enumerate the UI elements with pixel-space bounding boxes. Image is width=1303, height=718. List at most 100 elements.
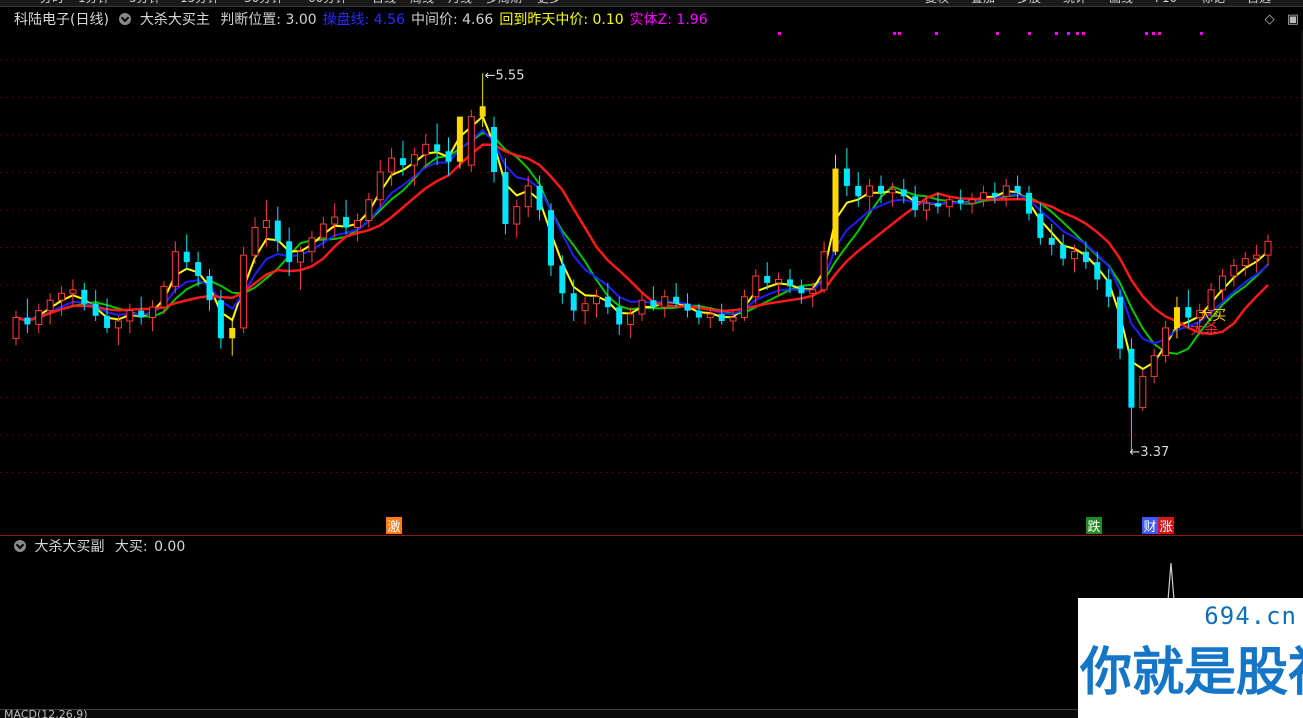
candle-body[interactable] [343, 217, 350, 228]
candle-body[interactable] [104, 315, 111, 328]
candle-body[interactable] [1014, 185, 1021, 193]
candle-body[interactable] [695, 310, 702, 318]
candle-body[interactable] [752, 275, 760, 298]
candle-body[interactable] [900, 189, 907, 197]
candle-body[interactable] [661, 296, 669, 308]
candle-body[interactable] [957, 199, 964, 204]
candle-body[interactable] [524, 185, 532, 208]
candle-body[interactable] [1230, 265, 1238, 277]
candle-body[interactable] [1071, 251, 1079, 260]
candle-body[interactable] [12, 317, 20, 339]
candle-body[interactable] [456, 116, 463, 162]
candle-body[interactable] [536, 185, 543, 211]
candle-body[interactable] [740, 296, 748, 319]
candle-body[interactable] [58, 292, 66, 301]
candle-body[interactable] [445, 151, 452, 162]
candle-body[interactable] [547, 210, 554, 266]
candle-body[interactable] [513, 206, 521, 225]
candle-body[interactable] [775, 278, 783, 284]
candle-body[interactable] [81, 289, 88, 304]
candle-body[interactable] [627, 313, 635, 325]
candle-body[interactable] [297, 251, 305, 263]
candle-body[interactable] [832, 168, 839, 252]
candle-body[interactable] [1048, 237, 1055, 245]
candle-body[interactable] [1002, 185, 1010, 197]
candle-body[interactable] [729, 317, 737, 322]
candle-body[interactable] [195, 262, 202, 276]
candle-body[interactable] [92, 303, 99, 316]
candle-body[interactable] [217, 300, 224, 339]
candle-body[interactable] [979, 192, 987, 201]
candle-body[interactable] [308, 237, 316, 253]
candle-body[interactable] [706, 313, 714, 319]
candle-body[interactable] [673, 296, 680, 304]
candle-body[interactable] [262, 220, 270, 228]
candle-body[interactable] [559, 265, 566, 294]
candle-body[interactable] [945, 199, 953, 208]
candle-body[interactable] [786, 279, 793, 287]
candle-body[interactable] [422, 143, 430, 156]
candle-body[interactable] [1253, 254, 1261, 260]
candle-body[interactable] [809, 289, 817, 294]
diamond-icon[interactable]: ◇ [1265, 12, 1275, 27]
candle-body[interactable] [1150, 355, 1158, 377]
candle-body[interactable] [1082, 251, 1089, 263]
candle-body[interactable] [581, 303, 589, 312]
candle-body[interactable] [991, 192, 998, 197]
candle-body[interactable] [1218, 275, 1226, 291]
candle-body[interactable] [274, 220, 281, 242]
candle-body[interactable] [1173, 307, 1180, 328]
candle-body[interactable] [229, 327, 236, 339]
candle-body[interactable] [479, 106, 486, 117]
candle-body[interactable] [968, 199, 976, 204]
candle-body[interactable] [410, 154, 418, 166]
restore-window-icon[interactable]: ▣ [1287, 12, 1299, 27]
candle-body[interactable] [1117, 296, 1124, 349]
candle-body[interactable] [866, 185, 874, 197]
candle-body[interactable] [35, 310, 43, 325]
candle-body[interactable] [160, 285, 168, 308]
candle-body[interactable] [434, 144, 441, 152]
candle-body[interactable] [1162, 327, 1170, 357]
candle-body[interactable] [126, 310, 134, 322]
candle-body[interactable] [923, 202, 931, 211]
pane-separator[interactable] [0, 535, 1303, 536]
candle-body[interactable] [399, 158, 406, 166]
candle-body[interactable] [1094, 262, 1101, 280]
candle-body[interactable] [388, 157, 396, 173]
candle-body[interactable] [604, 296, 611, 308]
candle-body[interactable] [149, 306, 157, 319]
candle-body[interactable] [1105, 279, 1112, 297]
candle-body[interactable] [491, 127, 498, 173]
candle-body[interactable] [183, 251, 190, 263]
candle-body[interactable] [24, 317, 31, 325]
chevron-down-icon[interactable] [119, 13, 132, 25]
candle-body[interactable] [1025, 192, 1032, 214]
candle-body[interactable] [934, 203, 941, 207]
candle-body[interactable] [650, 300, 657, 308]
candle-body[interactable] [502, 172, 509, 224]
candle-body[interactable] [616, 307, 623, 325]
candle-body[interactable] [467, 116, 475, 166]
candle-body[interactable] [365, 199, 373, 222]
candle-body[interactable] [764, 275, 771, 283]
candle-body[interactable] [1037, 213, 1044, 238]
candle-body[interactable] [69, 289, 77, 294]
chevron-down-icon[interactable] [14, 540, 26, 552]
candle-body[interactable] [843, 168, 850, 186]
candle-body[interactable] [718, 314, 725, 321]
candle-body[interactable] [1264, 240, 1272, 256]
candle-body[interactable] [286, 241, 293, 263]
candle-body[interactable] [251, 226, 259, 256]
candle-body[interactable] [1139, 375, 1147, 409]
candle-body[interactable] [638, 299, 646, 315]
candle-body[interactable] [592, 296, 600, 305]
candle-body[interactable] [1185, 307, 1192, 318]
candle-body[interactable] [888, 188, 896, 194]
candle-body[interactable] [820, 251, 828, 291]
candle-body[interactable] [240, 254, 248, 329]
candle-body[interactable] [206, 275, 213, 301]
candle-body[interactable] [912, 196, 919, 211]
candle-body[interactable] [376, 171, 384, 201]
candle-body[interactable] [353, 220, 361, 228]
